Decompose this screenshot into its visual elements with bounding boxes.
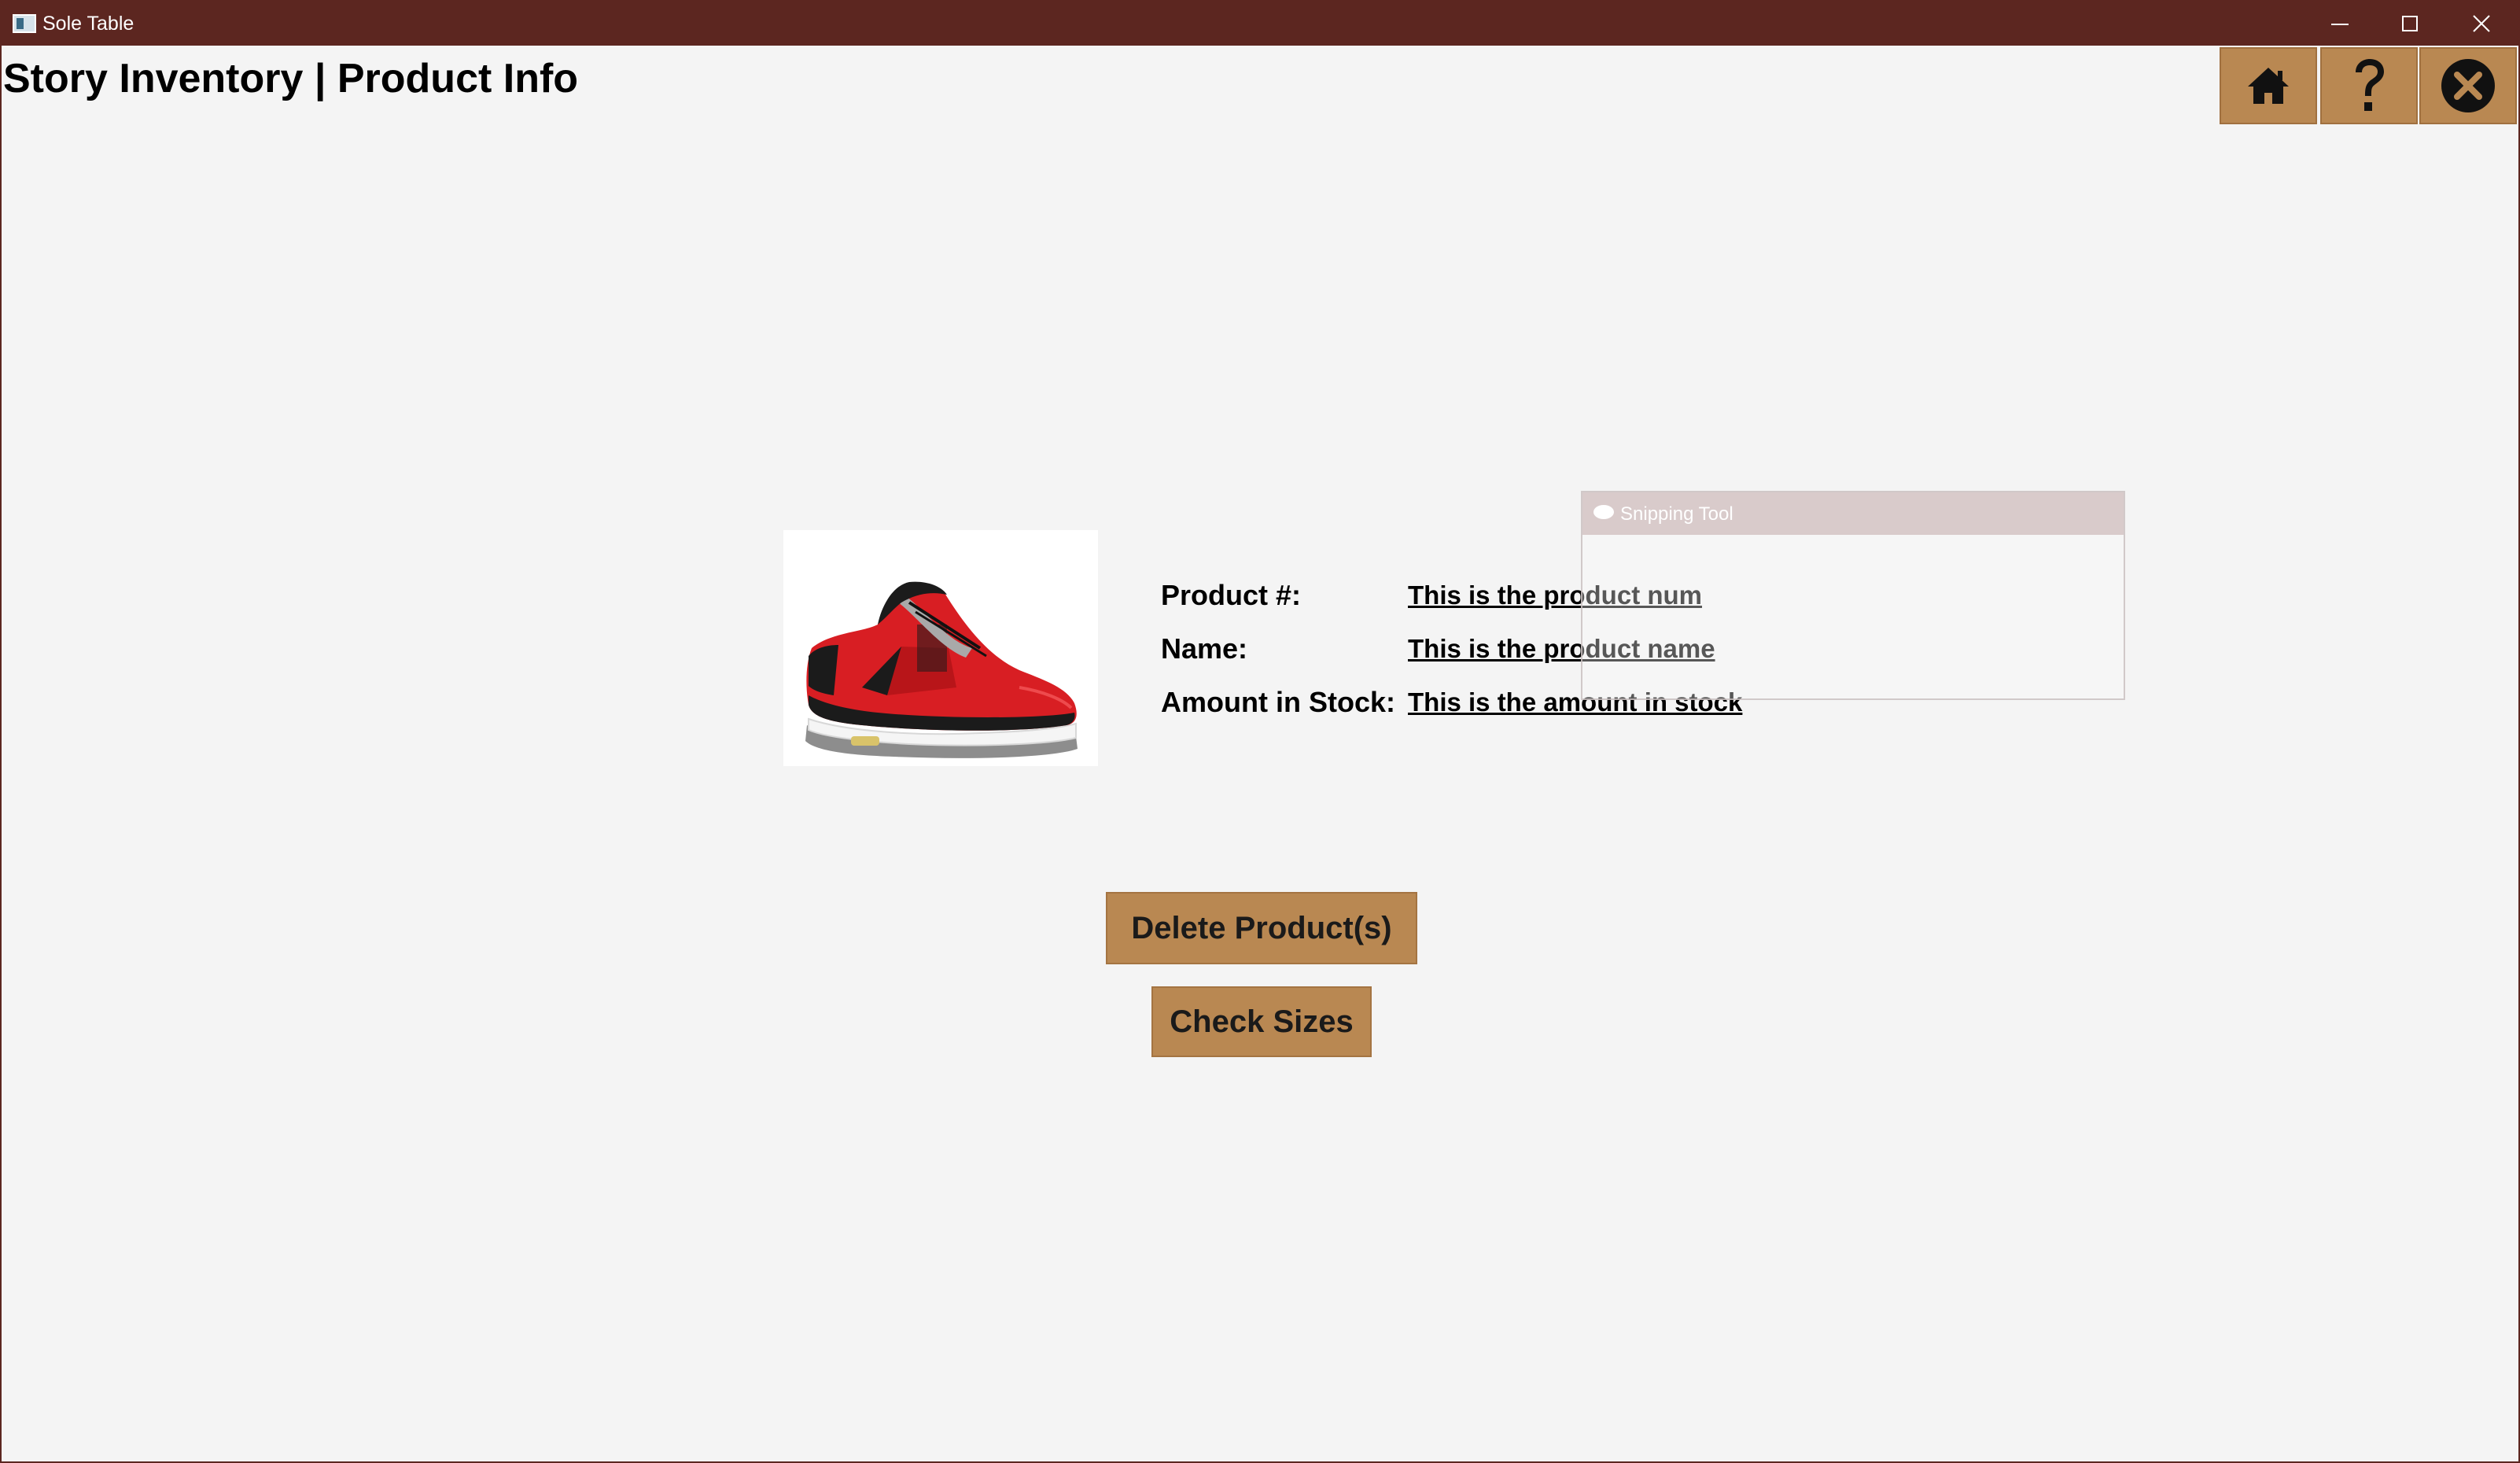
home-icon <box>2248 68 2289 104</box>
help-button[interactable] <box>2320 47 2418 124</box>
circle-x-icon <box>2441 59 2495 112</box>
product-name-label: Name: <box>1161 632 1248 665</box>
exit-button[interactable] <box>2419 47 2517 124</box>
check-sizes-button[interactable]: Check Sizes <box>1151 986 1372 1057</box>
maximize-icon <box>2402 16 2418 31</box>
snipping-tool-icon <box>1593 505 1614 519</box>
maximize-button[interactable] <box>2374 2 2444 46</box>
app-window: Sole Table Story Inventory | Product Inf… <box>0 0 2520 1463</box>
window-title: Sole Table <box>42 13 134 35</box>
snipping-tool-title: Snipping Tool <box>1620 503 1733 525</box>
product-image <box>783 530 1098 766</box>
app-icon <box>13 14 36 33</box>
question-mark-icon <box>2356 59 2384 111</box>
window-close-button[interactable] <box>2446 2 2517 46</box>
minimize-button[interactable] <box>2303 2 2374 46</box>
product-number-label: Product #: <box>1161 579 1302 611</box>
minimize-icon <box>2331 24 2349 25</box>
snipping-tool-overlay[interactable]: Snipping Tool <box>1581 491 2125 700</box>
home-button[interactable] <box>2220 47 2317 124</box>
stock-amount-label: Amount in Stock: <box>1161 686 1395 718</box>
close-icon <box>2473 15 2490 32</box>
page-title: Story Inventory | Product Info <box>3 56 579 101</box>
red-sneaker-image <box>805 581 1078 758</box>
delete-products-button[interactable]: Delete Product(s) <box>1106 892 1417 964</box>
snipping-tool-title-bar[interactable]: Snipping Tool <box>1582 492 2124 535</box>
title-bar[interactable]: Sole Table <box>2 2 2518 46</box>
